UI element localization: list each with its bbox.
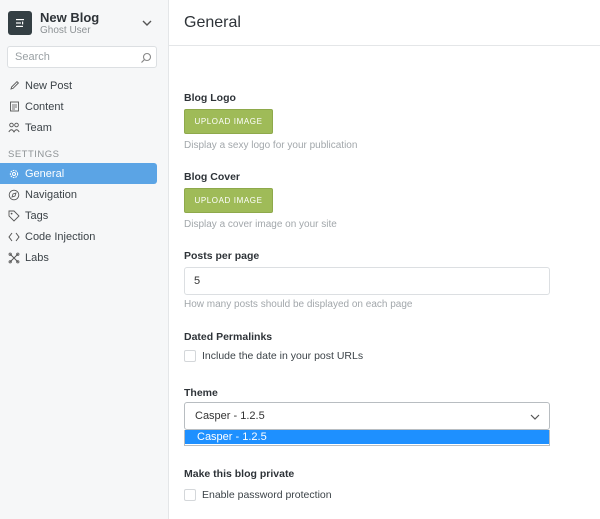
blog-user: Ghost User bbox=[40, 24, 91, 36]
dated-permalinks-row[interactable]: Include the date in your post URLs bbox=[184, 350, 363, 362]
sidebar-item-label: Tags bbox=[25, 209, 49, 222]
chevron-down-icon[interactable] bbox=[140, 16, 154, 30]
dated-permalinks-checkbox[interactable] bbox=[184, 350, 196, 362]
password-protection-row[interactable]: Enable password protection bbox=[184, 489, 332, 501]
upload-cover-button[interactable]: UPLOAD IMAGE bbox=[184, 188, 273, 213]
blog-cover-label: Blog Cover bbox=[184, 171, 241, 183]
document-icon bbox=[8, 101, 20, 113]
sidebar-item-navigation[interactable]: Navigation bbox=[0, 184, 157, 205]
sidebar-nav: New Post Content Team SETTINGS General N… bbox=[0, 75, 168, 268]
sidebar-item-label: New Post bbox=[25, 79, 73, 92]
sidebar-item-label: Code Injection bbox=[25, 230, 96, 243]
sidebar-item-label: Labs bbox=[25, 251, 49, 264]
posts-per-page-input[interactable] bbox=[184, 267, 550, 295]
code-icon bbox=[8, 231, 20, 243]
password-protection-checkbox[interactable] bbox=[184, 489, 196, 501]
app: New Blog Ghost User New Post bbox=[0, 0, 600, 519]
sidebar-item-label: General bbox=[25, 167, 65, 180]
search-box bbox=[7, 46, 157, 68]
compass-icon bbox=[8, 189, 20, 201]
chevron-down-icon bbox=[530, 412, 540, 424]
labs-icon bbox=[8, 252, 20, 264]
sidebar-item-label: Team bbox=[25, 121, 52, 134]
sidebar-item-code-injection[interactable]: Code Injection bbox=[0, 226, 157, 247]
upload-logo-button[interactable]: UPLOAD IMAGE bbox=[184, 109, 273, 134]
password-protection-checkbox-label: Enable password protection bbox=[202, 489, 332, 501]
blog-switcher[interactable]: New Blog Ghost User bbox=[0, 0, 168, 46]
users-icon bbox=[8, 122, 20, 134]
blog-logo-label: Blog Logo bbox=[184, 92, 236, 104]
dated-permalinks-label: Dated Permalinks bbox=[184, 331, 273, 343]
sidebar-item-new-post[interactable]: New Post bbox=[0, 75, 157, 96]
blog-logo-hint: Display a sexy logo for your publication bbox=[184, 140, 358, 151]
theme-option[interactable]: Casper - 1.2.5 bbox=[185, 430, 549, 444]
dated-permalinks-checkbox-label: Include the date in your post URLs bbox=[202, 350, 364, 362]
theme-selected-value: Casper - 1.2.5 bbox=[195, 410, 265, 422]
sidebar-item-label: Navigation bbox=[25, 188, 77, 201]
blog-logo-icon bbox=[8, 11, 32, 35]
theme-select[interactable]: Casper - 1.2.5 bbox=[184, 402, 550, 430]
sidebar: New Blog Ghost User New Post bbox=[0, 0, 169, 519]
main-content: General Blog Logo UPLOAD IMAGE Display a… bbox=[169, 0, 600, 519]
page-header: General bbox=[169, 0, 600, 46]
theme-dropdown: Casper - 1.2.5 bbox=[184, 430, 550, 446]
sidebar-item-team[interactable]: Team bbox=[0, 117, 157, 138]
sidebar-item-content[interactable]: Content bbox=[0, 96, 157, 117]
sidebar-item-tags[interactable]: Tags bbox=[0, 205, 157, 226]
blog-title: New Blog bbox=[40, 9, 100, 25]
blog-cover-hint: Display a cover image on your site bbox=[184, 219, 337, 230]
theme-label: Theme bbox=[184, 387, 218, 399]
sidebar-item-general[interactable]: General bbox=[0, 163, 157, 184]
pencil-icon bbox=[8, 80, 20, 92]
posts-per-page-label: Posts per page bbox=[184, 250, 260, 262]
search-icon[interactable] bbox=[140, 51, 152, 69]
search-input[interactable] bbox=[15, 51, 135, 63]
settings-section-label: SETTINGS bbox=[8, 149, 60, 160]
sidebar-item-labs[interactable]: Labs bbox=[0, 247, 157, 268]
gear-icon bbox=[8, 168, 20, 180]
sidebar-item-label: Content bbox=[25, 100, 64, 113]
posts-per-page-hint: How many posts should be displayed on ea… bbox=[184, 299, 413, 310]
page-title: General bbox=[184, 13, 241, 31]
tag-icon bbox=[8, 210, 20, 222]
private-blog-label: Make this blog private bbox=[184, 468, 295, 480]
